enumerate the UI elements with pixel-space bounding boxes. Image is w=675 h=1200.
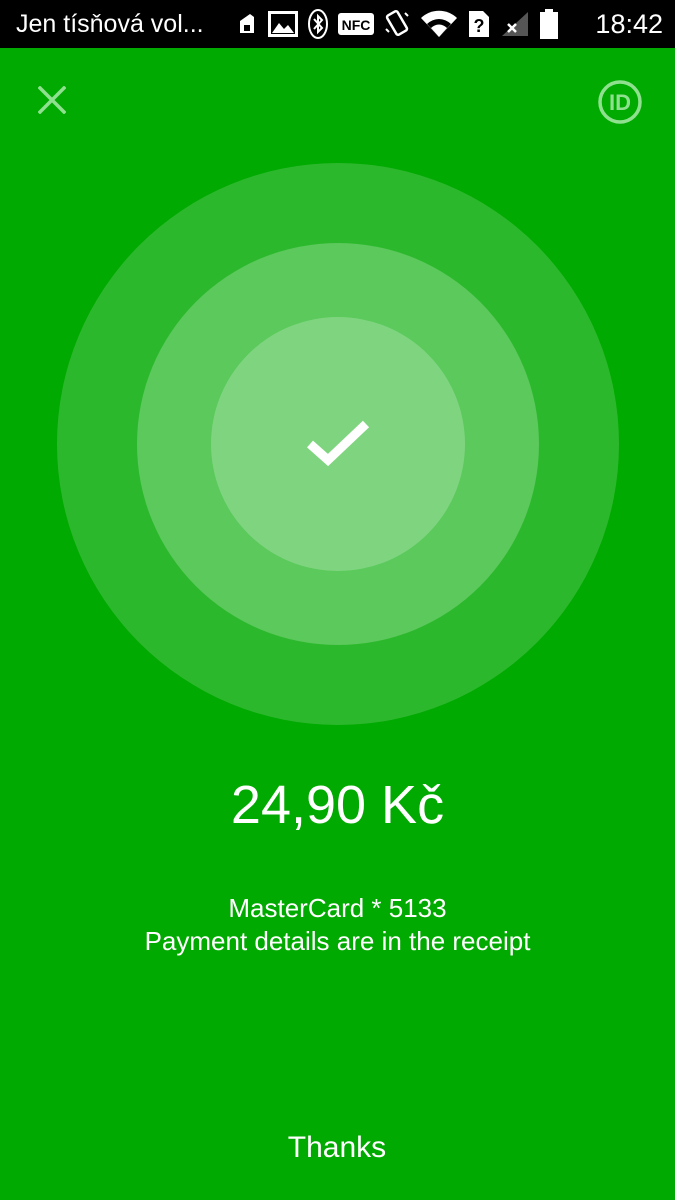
battery-icon	[540, 9, 558, 39]
nfc-icon: NFC	[338, 13, 374, 35]
payment-amount: 24,90 Kč	[230, 775, 445, 835]
status-time: 18:42	[595, 8, 663, 39]
sim-unknown-icon: ?	[469, 11, 489, 37]
wifi-icon	[421, 10, 457, 38]
carrier-text: Jen tísňová vol...	[16, 9, 204, 38]
signal-off-icon	[502, 12, 528, 36]
close-icon	[38, 86, 66, 114]
id-button[interactable]: ID	[596, 78, 644, 126]
notification-icon	[240, 14, 254, 33]
close-button[interactable]	[28, 76, 76, 124]
payment-details-note: Payment details are in the receipt	[144, 926, 531, 956]
status-icons: NFC ?	[236, 9, 595, 39]
status-bar: Jen tísňová vol... NFC ? 18:42	[0, 0, 675, 48]
svg-text:?: ?	[474, 16, 485, 36]
thanks-button[interactable]: Thanks	[237, 1118, 437, 1178]
image-icon	[268, 11, 298, 37]
bluetooth-icon	[308, 9, 328, 39]
id-icon: ID	[598, 80, 642, 124]
id-label: ID	[609, 90, 631, 115]
nfc-label: NFC	[342, 17, 371, 33]
check-icon	[307, 420, 370, 467]
card-info: MasterCard * 5133	[228, 893, 447, 923]
vibrate-icon	[385, 9, 409, 37]
success-rings	[57, 163, 619, 725]
